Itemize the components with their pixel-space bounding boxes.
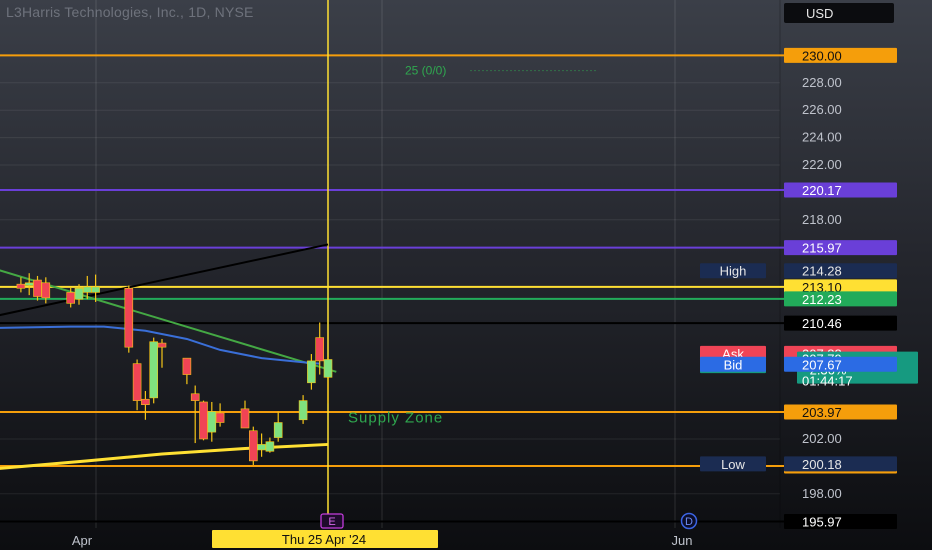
price-tag-210-46: 210.46 [784,315,897,331]
candle-body [24,282,34,286]
price-tag-value: 212.23 [802,292,842,307]
candle-body [66,292,75,304]
candle [124,285,134,353]
y-tick-label: 226.00 [802,102,842,117]
price-tag-bid: Bid 207.67 [700,356,897,372]
price-tag-value: 214.28 [802,264,842,279]
candle [257,433,266,457]
marker-letter: D [685,516,693,528]
price-tag-value: 220.17 [802,183,842,198]
y-tick-label: 222.00 [802,157,842,172]
candle-body [249,430,258,462]
candle-body [16,283,26,289]
candle [16,277,26,293]
candle [149,337,158,404]
candle [298,395,308,424]
candle-body [315,337,325,362]
candle-body [157,342,167,348]
candle-body [74,287,84,300]
x-tick-label: Apr [72,533,93,548]
black-trendline [0,243,329,317]
candle [157,338,167,368]
y-tick-label: 228.00 [802,75,842,90]
price-tag-value: 207.67 [802,357,842,372]
y-tick-label: 202.00 [802,431,842,446]
candle-body [141,398,150,406]
price-tag-value: 230.00 [802,48,842,63]
lhx-countdown: 01:44:17 [802,374,853,389]
candle-body [83,286,92,293]
candle-body [91,286,100,293]
candle-body [215,412,225,423]
candle [24,273,34,296]
price-tag-203-97: 203.97 [784,404,897,420]
price-tag-212-23: 212.23 [784,291,897,307]
chart-svg[interactable]: Supply Zone25 (0/0)198.00200.00202.00218… [0,0,932,550]
candle-body [273,422,283,438]
candle [265,437,275,453]
price-tag-high: High 214.28 [700,263,897,279]
candle [182,357,192,385]
annotation-label: 25 (0/0) [405,64,446,78]
candle-body [41,282,51,299]
candle-body [207,411,217,433]
price-tag-220-17: 220.17 [784,182,897,198]
gridlines [0,0,780,528]
supply-zone-label: Supply Zone [348,410,443,427]
x-tick-label: Jun [672,533,693,548]
candle-body [33,279,42,297]
price-tag-value: 200.18 [802,457,842,472]
candle [33,275,42,301]
crosshair-date-tag: Thu 25 Apr '24 [212,530,438,548]
green-trendline [0,269,337,373]
price-tag-value: 195.97 [802,515,842,530]
candle-body [149,341,158,399]
candle [132,359,142,411]
candle-body [240,408,250,429]
candle-body [323,359,333,378]
candle-body [307,360,316,384]
y-tick-label: 224.00 [802,130,842,145]
candle [141,391,150,420]
price-tag-name: Low [721,457,745,472]
candle-body [265,441,275,452]
candle-body [199,401,208,440]
chart-title: L3Harris Technologies, Inc., 1D, NYSE [6,4,254,20]
candle [307,354,316,390]
price-tag-value: 210.46 [802,316,842,331]
candle [273,411,283,442]
crosshair-date-text: Thu 25 Apr '24 [282,532,366,547]
event-marker-d: D [680,512,698,530]
marker-letter: E [328,516,335,528]
candle [215,403,225,427]
chart-root[interactable]: Supply Zone25 (0/0)198.00200.00202.00218… [0,0,932,550]
candle-body [190,393,200,401]
price-tag-name: Bid [724,357,743,372]
event-marker-e: E [320,513,344,529]
price-tag-215-97: 215.97 [784,240,897,256]
y-tick-label: 218.00 [802,212,842,227]
price-tag-name: High [720,264,747,279]
candle-body [132,363,142,401]
price-tag-value: 215.97 [802,241,842,256]
candle-body [124,287,134,348]
candle [323,356,333,404]
candle-body [182,357,192,375]
candle-body [257,444,266,451]
candle [190,385,200,444]
y-tick-label: 198.00 [802,486,842,501]
candle [240,400,250,429]
currency-selector[interactable]: USD [784,3,894,23]
price-tag-value: 203.97 [802,405,842,420]
candle [207,401,217,442]
price-tag-230-00: 230.00 [784,47,897,63]
price-tag-low: Low 200.18 [700,456,897,472]
candle-body [298,400,308,421]
price-tag-195-97: 195.97 [784,514,897,530]
candle [249,426,258,465]
candle [199,400,208,441]
